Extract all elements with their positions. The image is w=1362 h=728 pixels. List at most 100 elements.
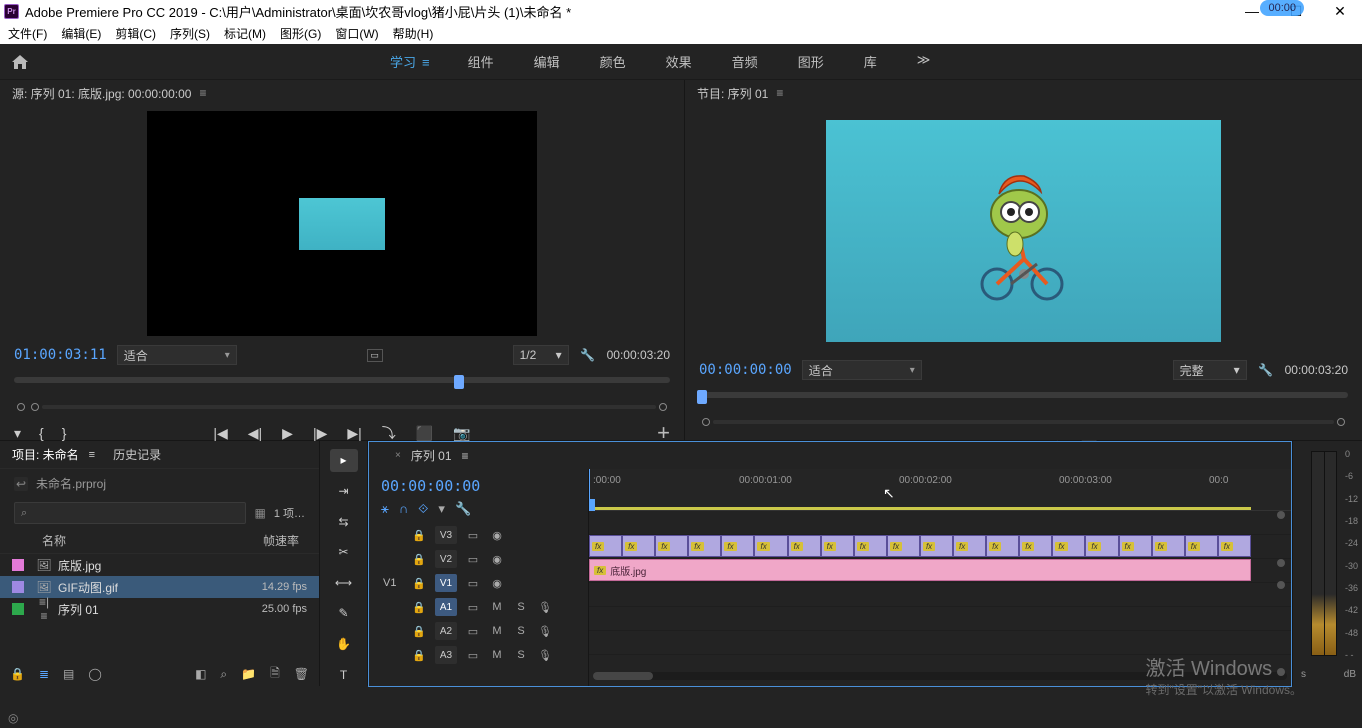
pen-tool[interactable]: ✎ — [330, 602, 358, 625]
linked-icon[interactable]: ⟐ — [418, 501, 428, 517]
workspace-learn[interactable]: 学习≡ — [390, 52, 428, 71]
source-viewport[interactable] — [147, 111, 537, 336]
zoom-track[interactable] — [713, 420, 1334, 424]
lock-icon[interactable]: 🔒 — [10, 667, 25, 681]
v1-clip[interactable]: fx 底版.jpg — [589, 559, 1251, 581]
hand-tool[interactable]: ✋ — [330, 633, 358, 656]
zoom-handle-left[interactable] — [702, 418, 710, 426]
step-back-icon[interactable]: ◀| — [248, 425, 262, 442]
zoom-handle-2[interactable] — [31, 403, 39, 411]
razor-tool[interactable]: ✂ — [330, 541, 358, 564]
zoom-handle-left[interactable] — [17, 403, 25, 411]
list-view-icon[interactable]: ≣ — [39, 667, 49, 681]
goto-in-icon[interactable]: |◀ — [213, 425, 227, 442]
ripple-edit-tool[interactable]: ⇆ — [330, 510, 358, 533]
program-scrubber[interactable] — [699, 392, 1348, 398]
solo-button[interactable]: s — [1301, 669, 1306, 680]
workspace-overflow[interactable]: ≫ — [917, 52, 931, 71]
work-area-bar[interactable] — [589, 507, 1251, 510]
tab-project[interactable]: 项目: 未命名 — [12, 446, 79, 463]
filter-icon[interactable]: ▦ — [254, 506, 265, 520]
workspace-effects[interactable]: 效果 — [666, 52, 692, 71]
timeline-timecode[interactable]: 00:00:00:00 — [369, 469, 588, 495]
program-viewport[interactable] — [826, 120, 1221, 342]
zoom-handle-right[interactable] — [659, 403, 667, 411]
workspace-color[interactable]: 颜色 — [600, 52, 626, 71]
close-button[interactable]: ✕ — [1318, 3, 1362, 20]
workspace-assembly[interactable]: 组件 — [468, 52, 494, 71]
workspace-libraries[interactable]: 库 — [864, 52, 877, 71]
track-a3[interactable]: 🔒A3▭MS🎙 — [369, 643, 588, 667]
mark-in-icon[interactable]: { — [39, 425, 44, 442]
type-tool[interactable]: T — [330, 663, 358, 686]
settings-icon[interactable]: 🔧 — [1257, 363, 1275, 377]
source-display-icon[interactable]: ▭ — [367, 349, 383, 362]
delete-icon[interactable]: 🗑 — [294, 667, 309, 681]
track-a1[interactable]: 🔒A1▭MS🎙 — [369, 595, 588, 619]
program-playhead[interactable] — [697, 390, 707, 404]
zoom-handle-right[interactable] — [1337, 418, 1345, 426]
home-button[interactable] — [0, 44, 40, 80]
auto-match-icon[interactable]: ◧ — [195, 667, 206, 681]
timeline-ruler[interactable]: :00:00 00:00:01:00 00:00:02:00 00:00:03:… — [589, 469, 1291, 511]
v2-clips[interactable]: fxfxfxfxfxfxfxfxfxfxfxfxfxfxfxfxfxfxfxfx — [589, 535, 1251, 557]
overwrite-icon[interactable]: ⬛ — [416, 425, 433, 442]
menu-clip[interactable]: 剪辑(C) — [115, 25, 156, 42]
selection-tool[interactable]: ▸ — [330, 449, 358, 472]
track-v2[interactable]: 🔒V2▭◉ — [369, 547, 588, 571]
menu-sequence[interactable]: 序列(S) — [170, 25, 210, 42]
play-icon[interactable]: ▶ — [282, 425, 293, 442]
panel-menu-icon[interactable]: ≡ — [89, 449, 95, 461]
creative-cloud-icon[interactable]: ◎ — [8, 711, 18, 725]
menu-graphics[interactable]: 图形(G) — [280, 25, 321, 42]
menu-window[interactable]: 窗口(W) — [335, 25, 378, 42]
marker-icon[interactable]: ▾ — [438, 501, 445, 517]
program-resolution-select[interactable]: 完整▾ — [1173, 360, 1247, 380]
source-timecode-in[interactable]: 01:00:03:11 — [14, 347, 107, 363]
freeform-view-icon[interactable]: ◯ — [88, 667, 101, 681]
zoom-track[interactable] — [42, 405, 656, 409]
panel-menu-icon[interactable]: ≡ — [776, 86, 783, 100]
back-arrow-icon[interactable]: ↩ — [14, 477, 28, 491]
col-framerate[interactable]: 帧速率 — [237, 532, 307, 549]
mark-out-icon[interactable]: } — [62, 425, 67, 442]
timeline-tracks[interactable]: :00:00 00:00:01:00 00:00:02:00 00:00:03:… — [589, 469, 1291, 686]
new-item-icon[interactable]: 🗎 — [270, 664, 280, 685]
program-timecode-in[interactable]: 00:00:00:00 — [699, 362, 792, 378]
find-icon[interactable]: ⌕ — [220, 667, 227, 682]
goto-out-icon[interactable]: ▶| — [347, 425, 361, 442]
menu-help[interactable]: 帮助(H) — [393, 25, 434, 42]
workspace-audio[interactable]: 音频 — [732, 52, 758, 71]
panel-menu-icon[interactable]: ≡ — [199, 86, 206, 100]
v-scroll-handle[interactable] — [1277, 668, 1285, 676]
scrollbar-handle[interactable] — [593, 672, 653, 680]
source-resolution-select[interactable]: 1/2▾ — [513, 345, 569, 365]
add-marker-icon[interactable]: ▾ — [14, 425, 21, 442]
snap-icon[interactable]: ∩ — [399, 501, 408, 517]
playhead-handle[interactable] — [589, 499, 595, 511]
export-frame-icon[interactable]: 📷 — [453, 425, 470, 442]
v-scroll-handle[interactable] — [1277, 559, 1285, 567]
col-name[interactable]: 名称 — [12, 532, 237, 549]
track-a2[interactable]: 🔒A2▭MS🎙 — [369, 619, 588, 643]
menu-file[interactable]: 文件(F) — [8, 25, 47, 42]
timeline-h-scrollbar[interactable] — [593, 672, 1287, 680]
new-bin-icon[interactable]: 📁 — [241, 667, 256, 681]
project-item[interactable]: 🖼 底版.jpg — [0, 554, 319, 576]
track-select-tool[interactable]: ⇥ — [330, 480, 358, 503]
v-scroll-handle[interactable] — [1277, 581, 1285, 589]
timeline-title[interactable]: 序列 01 — [411, 447, 452, 464]
menu-marker[interactable]: 标记(M) — [224, 25, 266, 42]
settings-icon[interactable]: 🔧 — [579, 348, 597, 362]
search-input[interactable]: ⌕ — [14, 502, 246, 524]
source-scrubber[interactable] — [14, 377, 670, 383]
project-item[interactable]: ≡|≡ 序列 01 25.00 fps — [0, 598, 319, 620]
workspace-editing[interactable]: 编辑 — [534, 52, 560, 71]
workspace-graphics[interactable]: 图形 — [798, 52, 824, 71]
icon-view-icon[interactable]: ▤ — [63, 667, 74, 681]
slip-tool[interactable]: ⟷ — [330, 572, 358, 595]
source-playhead[interactable] — [454, 375, 464, 389]
menu-edit[interactable]: 编辑(E) — [61, 25, 101, 42]
settings-icon[interactable]: 🔧 — [455, 501, 471, 517]
v-scroll-handle[interactable] — [1277, 511, 1285, 519]
